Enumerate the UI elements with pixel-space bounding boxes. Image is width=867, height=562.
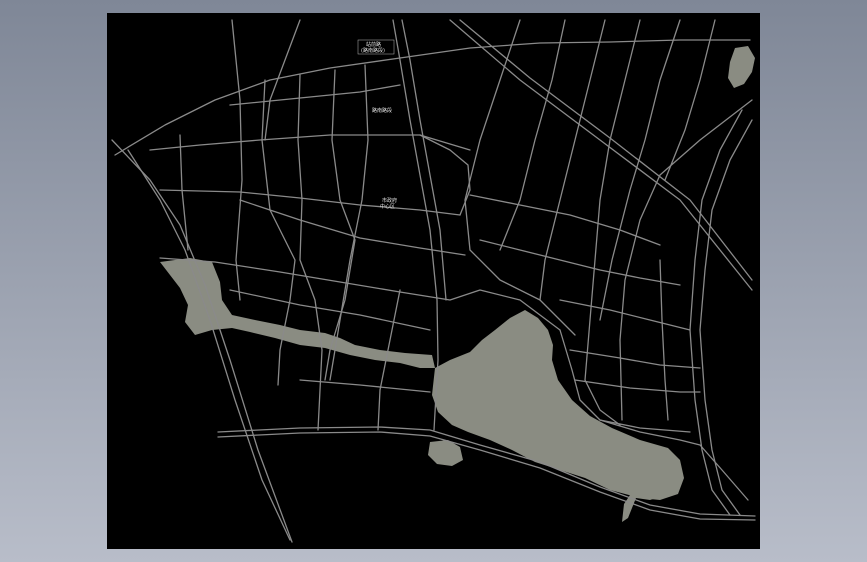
road-ns-i [499, 19, 566, 251]
road-ns-d [324, 69, 356, 381]
road-ew-9 [469, 194, 661, 246]
map-label-top-sub: (路南路段) [361, 47, 385, 54]
road-ne-diagonal [619, 99, 753, 421]
road-ns-c [297, 74, 323, 431]
map-label-center-sub: 中心区 [380, 203, 395, 210]
map-label-center: 市政府 [382, 197, 397, 204]
road-network-map: 站前路 (路南路段) 路南路段 市政府 中心区 [111, 19, 756, 543]
road-ew-12 [574, 379, 701, 393]
road-ew-8 [479, 239, 681, 286]
road-ns-g [179, 134, 189, 251]
map-label-top: 站前路 [366, 41, 381, 48]
road-rail-west [392, 19, 439, 431]
road-western-diagonal [111, 139, 293, 543]
road-east-diagonal [449, 19, 753, 291]
road-ns-h [464, 19, 576, 336]
road-ew-2 [149, 134, 471, 151]
water-bodies [160, 46, 755, 522]
road-ew-3 [159, 189, 461, 216]
road-ew-11 [569, 349, 701, 369]
map-label-mid: 路南路段 [372, 107, 392, 114]
road-ew-10 [559, 299, 691, 331]
road-east-curve-2 [689, 109, 743, 516]
road-northern-arc [114, 39, 751, 156]
road-rail-west-2 [401, 19, 447, 301]
road-ns-n [659, 259, 669, 421]
road-ns-a [231, 19, 243, 301]
road-curve-center [419, 134, 471, 216]
road-ew-1 [229, 84, 401, 106]
map-canvas[interactable]: 站前路 (路南路段) 路南路段 市政府 中心区 [107, 13, 760, 549]
road-east-curve [699, 119, 753, 516]
cad-viewport: 站前路 (路南路段) 路南路段 市政府 中心区 [0, 0, 867, 562]
water-pond-northeast [728, 46, 755, 88]
